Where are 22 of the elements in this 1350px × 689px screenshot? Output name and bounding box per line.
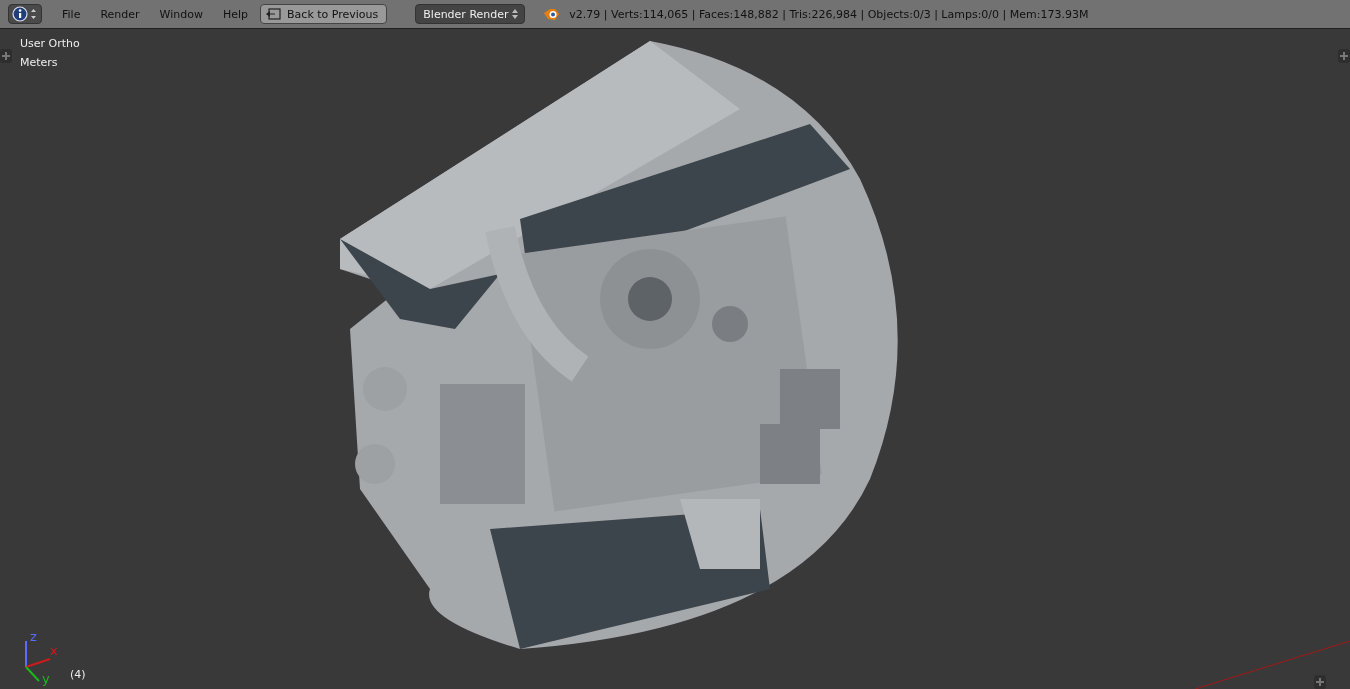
- 3d-viewport[interactable]: User Ortho Meters z x y (4): [0, 29, 1350, 689]
- axis-label: z: [30, 629, 37, 644]
- panel-expand-icon[interactable]: [0, 49, 12, 63]
- back-to-previous-button[interactable]: Back to Previous: [260, 4, 388, 24]
- menu-item[interactable]: File: [52, 7, 91, 21]
- menu-item[interactable]: Help: [212, 7, 259, 21]
- info-icon: [12, 6, 38, 22]
- logo-icon: [543, 7, 562, 21]
- axis-label: x: [50, 643, 58, 658]
- panel-expand-icon[interactable]: [1314, 675, 1326, 689]
- units-label: Meters: [20, 56, 58, 69]
- axis-label: y: [42, 671, 50, 686]
- back-icon: [265, 8, 282, 20]
- render-engine-dropdown[interactable]: Blender Render: [415, 4, 526, 24]
- frame-number: (4): [70, 668, 86, 681]
- scene-statistics: v2.79 | Verts:114,065 | Faces:148,882 | Tris:226,984 | Objects:0/3 | Lamps:0/0 | Mem:173.93M: [569, 7, 1089, 21]
- panel-expand-icon[interactable]: [1338, 49, 1350, 63]
- up-down-arrows-icon: [512, 8, 519, 20]
- menu-item[interactable]: Render: [90, 7, 150, 21]
- menu-item[interactable]: Window: [149, 7, 213, 21]
- view-name: User Ortho: [20, 37, 80, 50]
- editor-type-button[interactable]: [8, 4, 42, 24]
